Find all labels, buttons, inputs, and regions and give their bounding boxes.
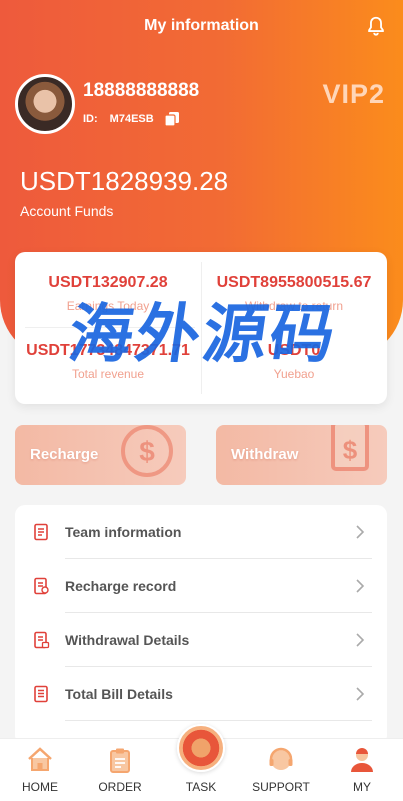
home-icon [28,747,52,771]
tab-label: SUPPORT [252,780,310,794]
menu-item-total-bill-details[interactable]: Total Bill Details [15,667,387,721]
recharge-label: Recharge [30,446,99,463]
document-icon [34,523,48,541]
headset-icon [269,747,293,770]
task-icon[interactable] [177,724,225,772]
tab-home[interactable]: HOME [0,739,80,801]
menu-label: Team information [65,524,182,540]
bell-icon[interactable] [365,15,387,37]
menu-label: Recharge record [65,578,177,594]
menu-label: Withdrawal Details [65,632,190,648]
divider [65,720,372,721]
user-id-value: M74ESB [109,113,154,125]
tab-label: HOME [22,780,58,794]
bill-icon [34,685,48,703]
tab-label: MY [353,780,371,794]
chevron-right-icon [356,687,365,701]
withdraw-label: Withdraw [231,446,299,463]
account-funds-label: Account Funds [20,203,114,219]
clipboard-icon [110,748,130,773]
menu-label: Total Bill Details [65,686,173,702]
tab-my[interactable]: MY [322,739,402,801]
copy-icon[interactable] [164,111,180,127]
withdraw-button[interactable]: $ Withdraw [216,425,387,485]
receipt-icon [34,577,49,595]
dollar-bubble-icon: $ [121,425,173,477]
receipt-lock-icon [34,631,50,649]
menu-list: Team information Recharge record Withdra… [15,505,387,745]
svg-text:$: $ [343,435,358,465]
user-icon [351,748,373,772]
account-funds-amount: USDT1828939.28 [20,166,229,196]
tab-label: ORDER [98,780,142,794]
tab-order[interactable]: ORDER [80,739,160,801]
avatar[interactable] [15,74,75,134]
user-id-row: ID: M74ESB [83,111,180,127]
tab-support[interactable]: SUPPORT [241,739,321,801]
recharge-button[interactable]: $ Recharge [15,425,186,485]
user-id-label: ID: [83,113,98,125]
svg-text:$: $ [139,436,155,467]
menu-item-recharge-record[interactable]: Recharge record [15,559,387,613]
chevron-right-icon [356,525,365,539]
top-bar: My information [0,0,403,54]
dollar-receipt-icon: $ [331,425,369,471]
menu-item-team-information[interactable]: Team information [15,505,387,559]
user-phone: 18888888888 [83,80,200,101]
page-title: My information [144,17,259,34]
vip-level: VIP2 [322,79,385,109]
chevron-right-icon [356,579,365,593]
chevron-right-icon [356,633,365,647]
menu-item-withdrawal-details[interactable]: Withdrawal Details [15,613,387,667]
watermark: 海外源码 [63,297,343,372]
tab-label: TASK [185,780,217,794]
